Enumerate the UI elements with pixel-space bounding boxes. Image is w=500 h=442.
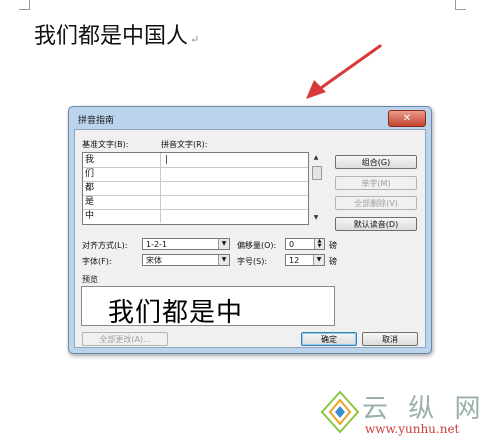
font-select[interactable]: 宋体 ▼ xyxy=(142,254,230,266)
alignment-select[interactable]: 1-2-1 ▼ xyxy=(142,238,230,250)
chevron-down-icon[interactable]: ▼ xyxy=(218,239,229,249)
ruby-text-label: 拼音文字(R): xyxy=(161,140,208,149)
ruby-text-cell[interactable] xyxy=(162,195,308,209)
base-text-cell[interactable]: 是 xyxy=(83,195,161,209)
size-select[interactable]: 12 ▼ xyxy=(285,254,325,266)
preview-text: 我们都是中 xyxy=(108,298,244,328)
grid-row: 中 xyxy=(83,209,308,223)
grid-row: 都 xyxy=(83,181,308,196)
alignment-label: 对齐方式(L): xyxy=(82,241,128,250)
phonetic-guide-dialog: 拼音指南 ✕ 基准文字(B): 拼音文字(R): 我 | 们 都 是 中 ▲ ▼… xyxy=(68,106,432,354)
alignment-value: 1-2-1 xyxy=(146,240,168,249)
font-value: 宋体 xyxy=(146,256,162,265)
ruby-text-cell[interactable] xyxy=(162,167,308,181)
scroll-down-icon[interactable]: ▼ xyxy=(311,214,321,222)
preview-label: 预览 xyxy=(82,275,98,284)
size-label: 字号(S): xyxy=(237,257,268,266)
ruby-text-cell[interactable]: | xyxy=(162,153,308,167)
grid-row: 是 xyxy=(83,195,308,210)
base-text-cell[interactable]: 都 xyxy=(83,181,161,195)
ruby-text-cell[interactable] xyxy=(162,209,308,223)
base-text-cell[interactable]: 们 xyxy=(83,167,161,181)
base-text-label: 基准文字(B): xyxy=(82,140,129,149)
preview-box: 我们都是中 xyxy=(81,286,335,328)
ok-button[interactable]: 确定 xyxy=(301,332,357,346)
offset-value: 0 xyxy=(289,240,295,249)
base-text-cell[interactable]: 我 xyxy=(83,153,161,167)
size-value: 12 xyxy=(289,256,300,265)
close-icon: ✕ xyxy=(402,113,412,124)
scroll-up-icon[interactable]: ▲ xyxy=(311,154,321,162)
close-button[interactable]: ✕ xyxy=(388,110,426,127)
ruby-text-cell[interactable] xyxy=(162,181,308,195)
change-all-button[interactable]: 全部更改(A)... xyxy=(82,332,168,346)
stepper-down-icon[interactable]: ▼ xyxy=(314,244,324,249)
watermark-text: 云 纵 网 xyxy=(362,394,487,424)
font-label: 字体(F): xyxy=(82,257,112,266)
dialog-client: 基准文字(B): 拼音文字(R): 我 | 们 都 是 中 ▲ ▼ 组合(G) … xyxy=(74,129,426,348)
offset-label: 偏移量(O): xyxy=(237,241,277,250)
dialog-title: 拼音指南 xyxy=(78,116,115,126)
grid-row: 们 xyxy=(83,167,308,182)
chevron-down-icon[interactable]: ▼ xyxy=(218,255,229,265)
scroll-thumb[interactable] xyxy=(312,166,322,180)
phonetic-grid: 我 | 们 都 是 中 xyxy=(82,152,309,225)
default-reading-button[interactable]: 默认读音(D) xyxy=(335,217,417,231)
cancel-button[interactable]: 取消 xyxy=(362,332,418,346)
clear-all-button[interactable]: 全部删除(V) xyxy=(335,196,417,210)
grid-scrollbar[interactable]: ▲ ▼ xyxy=(311,154,322,222)
single-char-button[interactable]: 单字(M) xyxy=(335,176,417,190)
chevron-down-icon[interactable]: ▼ xyxy=(313,255,324,265)
watermark-url: www.yunhu.net xyxy=(365,422,460,436)
combine-button[interactable]: 组合(G) xyxy=(335,155,417,169)
base-text-cell[interactable]: 中 xyxy=(83,209,161,223)
watermark-logo-icon xyxy=(320,390,360,434)
site-watermark: 云 纵 网 www.yunhu.net xyxy=(320,384,500,442)
dialog-titlebar[interactable]: 拼音指南 ✕ xyxy=(69,107,431,129)
offset-stepper[interactable]: 0 ▲ ▼ xyxy=(285,238,325,250)
grid-row: 我 | xyxy=(83,153,308,168)
offset-unit: 磅 xyxy=(329,241,337,250)
size-unit: 磅 xyxy=(329,257,337,266)
